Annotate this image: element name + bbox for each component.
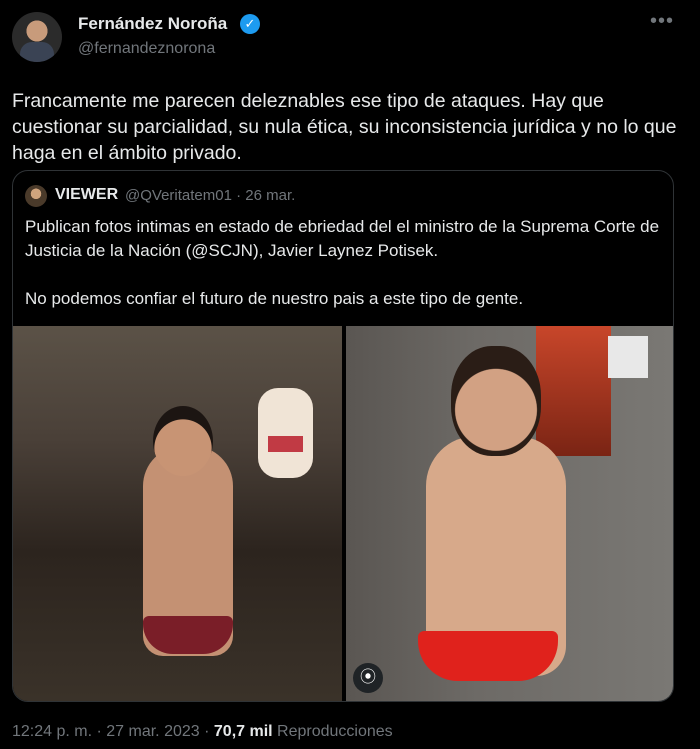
views-label: Reproducciones bbox=[272, 723, 393, 740]
views-count: 70,7 mil bbox=[213, 723, 273, 740]
media-alt-icon[interactable]: ⦿ bbox=[353, 663, 383, 693]
author-display-name[interactable]: Fernández Noroña bbox=[78, 14, 227, 34]
photo-poster bbox=[536, 326, 611, 456]
quoted-author-handle-time: @QVeritatem01 · 26 mar. bbox=[125, 187, 296, 204]
tweet-metadata: 12:24 p. m. · 27 mar. 2023 · 70,7 mil Re… bbox=[12, 723, 393, 741]
photo-doll-skirt bbox=[268, 436, 303, 452]
media-photo-right[interactable] bbox=[346, 326, 673, 701]
quoted-tweet-text: Publican fotos intimas en estado de ebri… bbox=[25, 215, 665, 311]
author-avatar[interactable] bbox=[12, 12, 62, 62]
media-photo-left[interactable] bbox=[13, 326, 342, 701]
photo-figure-head bbox=[451, 346, 541, 456]
quoted-author-name: VIEWER bbox=[55, 186, 119, 203]
photo-figure-shorts bbox=[143, 616, 233, 654]
photo-doll bbox=[258, 388, 313, 478]
more-options-icon[interactable]: ••• bbox=[650, 10, 674, 33]
quoted-paragraph-2: No podemos confiar el futuro de nuestro … bbox=[25, 289, 524, 308]
quoted-tweet-card[interactable]: VIEWER @QVeritatem01 · 26 mar. Publican … bbox=[12, 170, 674, 702]
photo-figure-head bbox=[153, 406, 213, 476]
quoted-paragraph-1: Publican fotos intimas en estado de ebri… bbox=[25, 217, 660, 260]
photo-paper bbox=[608, 336, 648, 378]
author-handle[interactable]: @fernandeznorona bbox=[78, 40, 215, 58]
verified-badge-icon: ✓ bbox=[240, 14, 260, 34]
tweet-timestamp[interactable]: 12:24 p. m. · 27 mar. 2023 · bbox=[12, 723, 214, 740]
tweet-text: Francamente me parecen deleznables ese t… bbox=[12, 90, 677, 164]
quoted-author-avatar bbox=[25, 185, 47, 207]
photo-figure-shorts bbox=[418, 631, 558, 681]
